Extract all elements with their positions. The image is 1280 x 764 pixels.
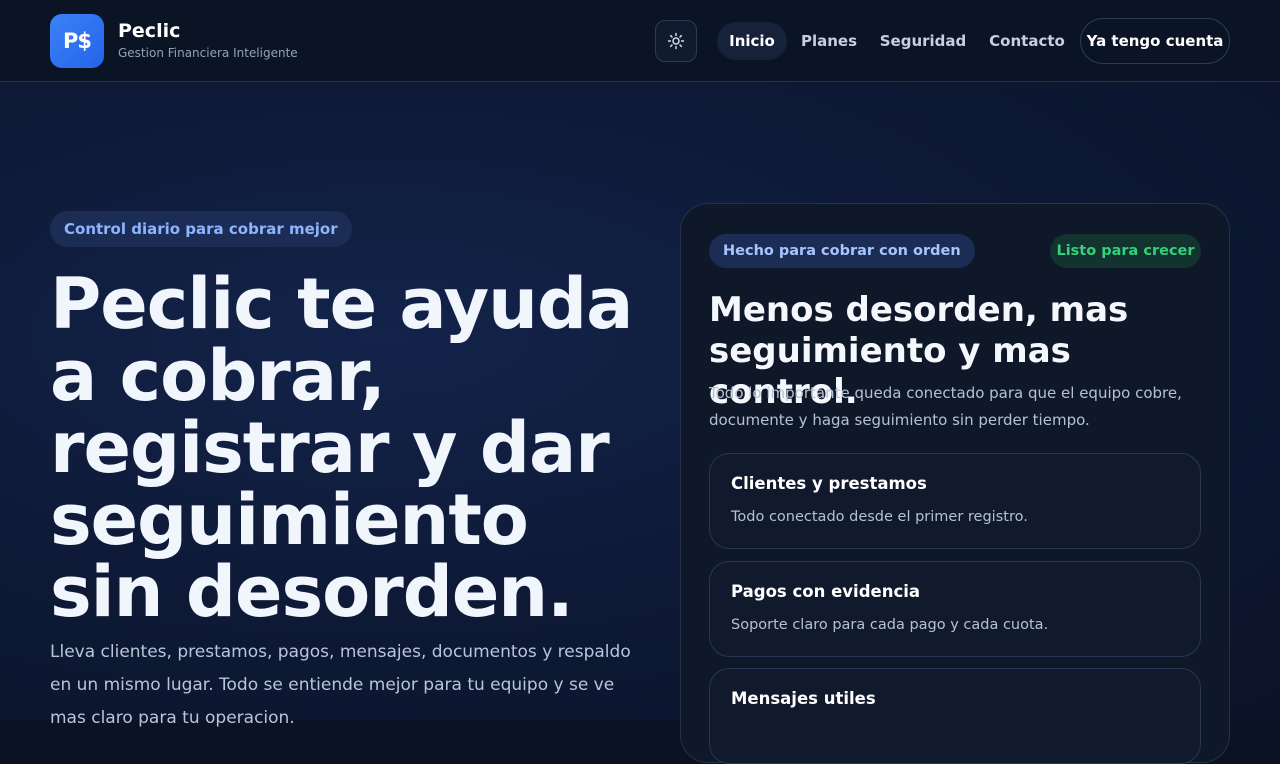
hero-title: Peclic te ayuda a cobrar, registrar y da… [50,263,633,633]
feature-title: Pagos con evidencia [731,582,921,601]
top-header: P$ Peclic Gestion Financiera Inteligente… [0,0,1280,82]
nav-link-planes[interactable]: Planes [797,22,861,60]
feature-text: Todo conectado desde el primer registro. [731,509,1028,525]
hero-badge: Control diario para cobrar mejor [50,211,352,247]
feature-title: Clientes y prestamos [731,474,927,493]
card-description: Todo lo importante queda conectado para … [709,384,1182,429]
nav-link-inicio[interactable]: Inicio [717,22,787,60]
feature-text: Soporte claro para cada pago y cada cuot… [731,617,1049,633]
feature-item-clientes: Clientes y prestamos Todo conectado desd… [709,453,1201,549]
feature-item-pagos: Pagos con evidencia Soporte claro para c… [709,561,1201,657]
nav-link-contacto[interactable]: Contacto [984,22,1070,60]
card-badge-orden: Hecho para cobrar con orden [709,234,975,268]
nav-link-seguridad[interactable]: Seguridad [873,22,973,60]
brand-name: Peclic [118,20,181,42]
brand-logo[interactable]: P$ [50,14,104,68]
feature-title: Mensajes utiles [731,689,876,708]
card-badge-crecer: Listo para crecer [1050,234,1201,268]
theme-toggle-button[interactable] [655,20,697,62]
brand-tagline: Gestion Financiera Inteligente [118,46,298,60]
feature-item-mensajes: Mensajes utiles [709,668,1201,764]
sun-icon [667,32,685,50]
hero-description: Lleva clientes, prestamos, pagos, mensaj… [50,642,631,728]
login-button[interactable]: Ya tengo cuenta [1080,18,1230,64]
